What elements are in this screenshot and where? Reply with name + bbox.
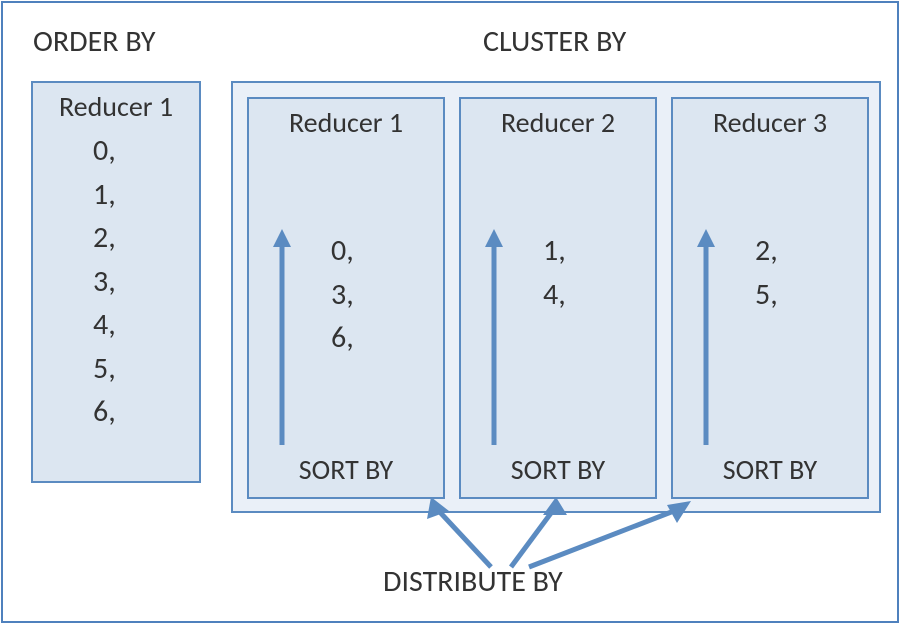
reducer-value: 3, — [331, 273, 354, 317]
orderby-value: 4, — [93, 303, 116, 347]
orderby-value: 0, — [93, 129, 116, 173]
reducer-value: 0, — [331, 229, 354, 273]
sort-arrow-up-icon — [273, 229, 291, 445]
reducer-title: Reducer 1 — [249, 105, 443, 140]
sort-arrow-up-icon — [697, 229, 715, 445]
diagram-frame: ORDER BY CLUSTER BY Reducer 1 0, 1, 2, 3… — [1, 1, 899, 623]
reducer-values: 2, 5, — [755, 229, 778, 316]
orderby-value: 3, — [93, 260, 116, 304]
reducer-value: 4, — [543, 273, 566, 317]
sortby-label: SORT BY — [673, 452, 867, 487]
reducer-values: 0, 3, 6, — [331, 229, 354, 360]
orderby-value: 5, — [93, 347, 116, 391]
distribute-label: DISTRIBUTE BY — [383, 563, 563, 600]
orderby-values: 0, 1, 2, 3, 4, 5, 6, — [93, 129, 116, 434]
orderby-title: ORDER BY — [33, 23, 155, 60]
orderby-value: 6, — [93, 390, 116, 434]
reducer-value: 6, — [331, 316, 354, 360]
orderby-reducer-box: Reducer 1 0, 1, 2, 3, 4, 5, 6, — [31, 81, 201, 483]
clusterby-frame: Reducer 1 0, 3, 6, SORT BY Reducer 2 1, … — [231, 81, 881, 513]
reducer-title: Reducer 3 — [673, 105, 867, 140]
orderby-value: 1, — [93, 173, 116, 217]
reducer-title: Reducer 2 — [461, 105, 655, 140]
reducer-value: 5, — [755, 273, 778, 317]
reducer-values: 1, 4, — [543, 229, 566, 316]
clusterby-title: CLUSTER BY — [483, 23, 626, 60]
orderby-value: 2, — [93, 216, 116, 260]
reducer-value: 2, — [755, 229, 778, 273]
cluster-reducer-3: Reducer 3 2, 5, SORT BY — [671, 97, 869, 499]
reducer-value: 1, — [543, 229, 566, 273]
cluster-reducer-2: Reducer 2 1, 4, SORT BY — [459, 97, 657, 499]
cluster-reducer-1: Reducer 1 0, 3, 6, SORT BY — [247, 97, 445, 499]
sortby-label: SORT BY — [461, 452, 655, 487]
orderby-reducer-title: Reducer 1 — [33, 89, 199, 124]
sort-arrow-up-icon — [485, 229, 503, 445]
sortby-label: SORT BY — [249, 452, 443, 487]
